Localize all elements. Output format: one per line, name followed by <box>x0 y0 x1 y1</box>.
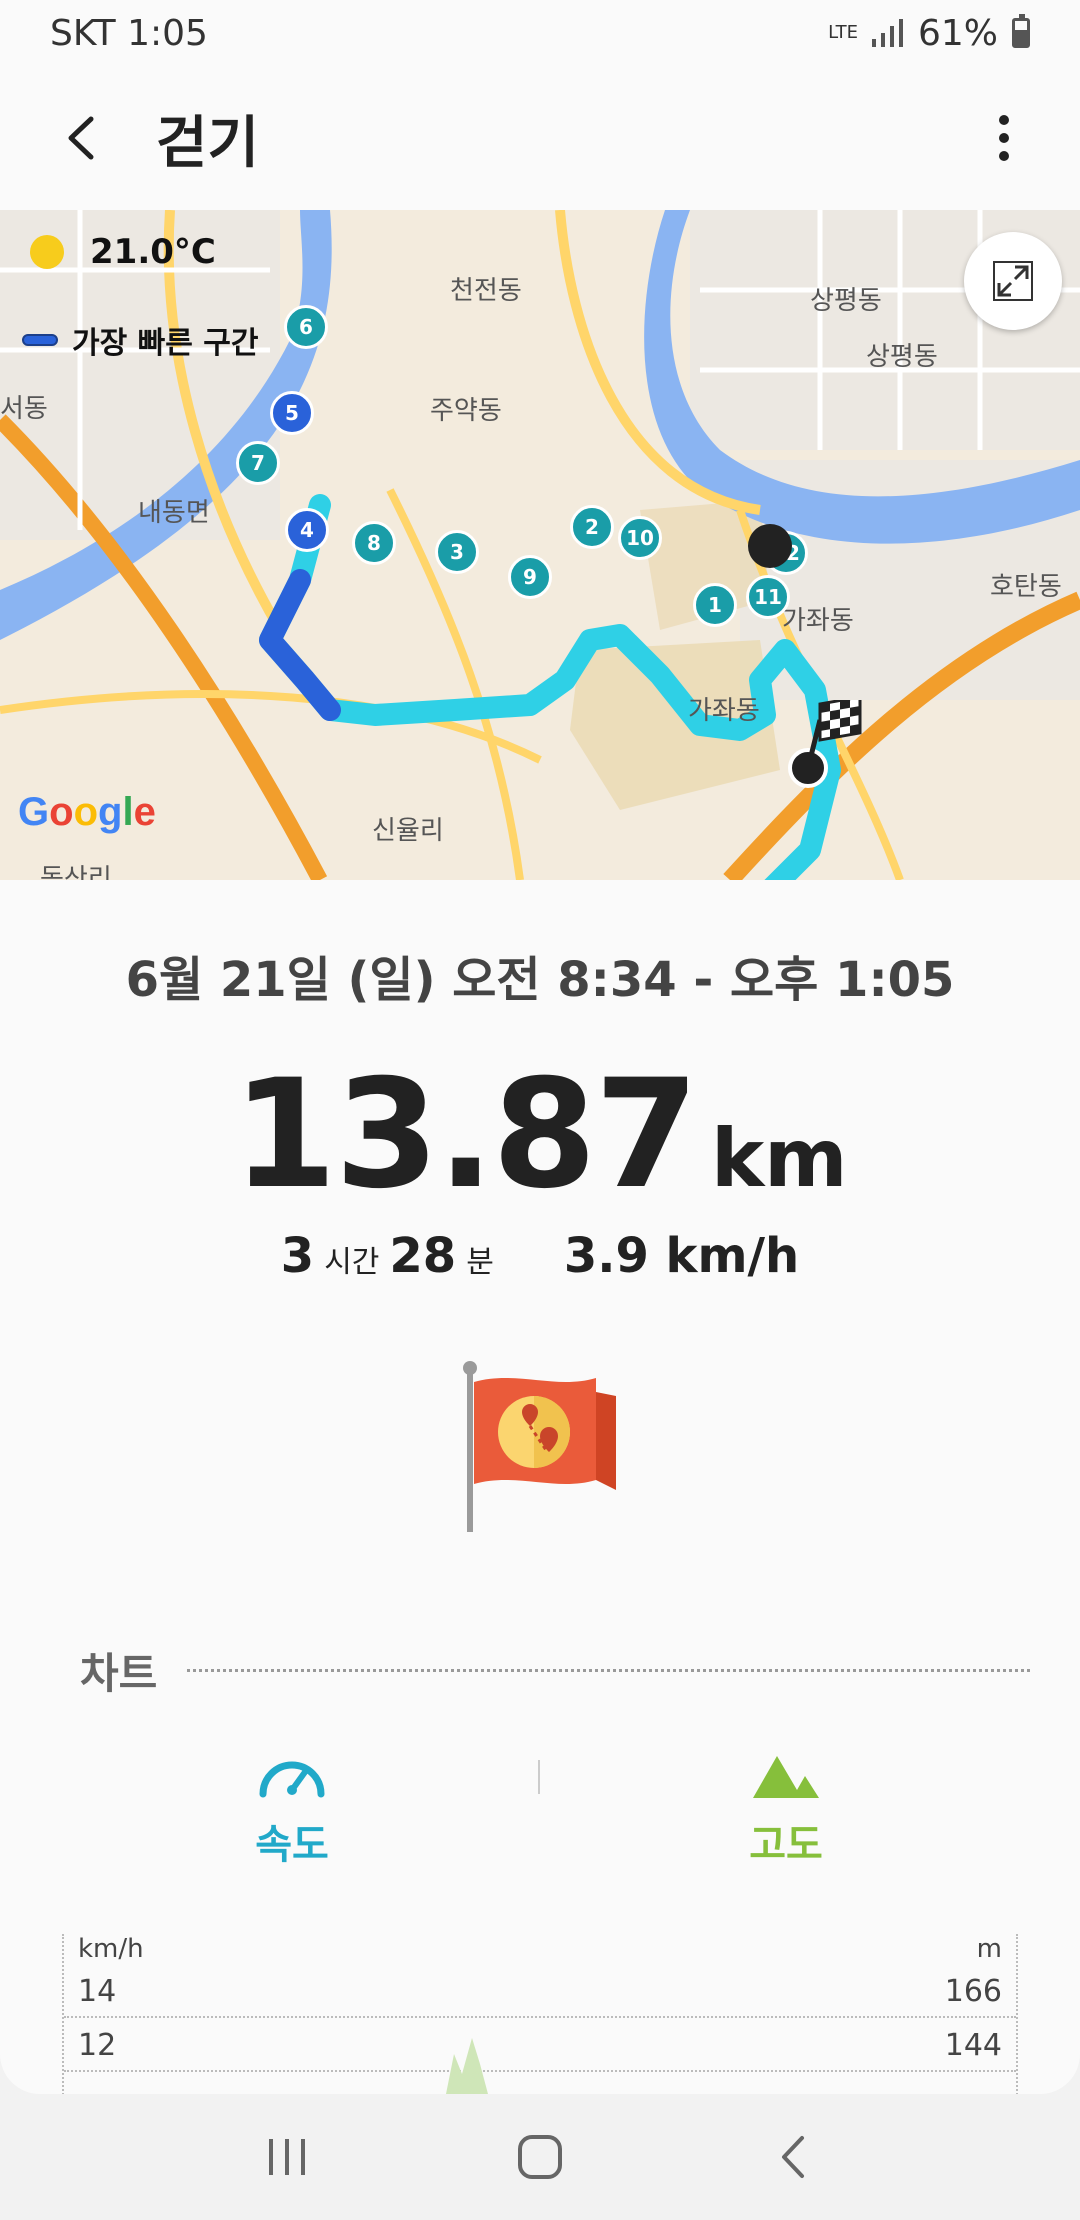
km-marker: 9 <box>508 555 552 599</box>
carrier-time: SKT 1:05 <box>50 12 208 54</box>
finish-flag-icon <box>788 700 862 788</box>
right-tick: 144 <box>944 2027 1002 2063</box>
weather-info: 21.0°C <box>30 232 216 272</box>
km-marker: 4 <box>285 508 329 552</box>
right-unit: m <box>976 1934 1002 1964</box>
more-options-button[interactable] <box>974 98 1034 178</box>
status-icons: LTE 61% <box>828 13 1030 54</box>
duration-minutes: 28 <box>389 1228 457 1284</box>
sun-icon <box>30 235 64 269</box>
more-vert-icon <box>999 115 1009 161</box>
map-canvas <box>0 210 1080 880</box>
back-button[interactable] <box>46 103 116 173</box>
home-icon <box>517 2135 562 2179</box>
duration: 3 시간 28 분 <box>281 1228 504 1284</box>
tab-divider <box>538 1760 540 1794</box>
lte-icon: LTE <box>828 22 858 43</box>
battery-icon <box>1012 14 1030 48</box>
status-bar: SKT 1:05 LTE 61% <box>0 0 1080 66</box>
km-marker: 6 <box>284 305 328 349</box>
place-label: 신율리 <box>372 816 444 846</box>
expand-icon <box>993 261 1033 301</box>
place-label: 상평동 <box>810 286 882 316</box>
route-map[interactable]: 천전동 상평동 상평동 주약동 내동면 호탄동 가좌동 신율리 동산리 서동 가… <box>0 210 1080 880</box>
chart-units: km/h m <box>64 1934 1016 1964</box>
chart-gridline: 14 166 <box>64 1966 1016 2018</box>
km-marker: 10 <box>618 516 662 560</box>
start-marker-icon <box>748 524 792 568</box>
km-marker: 7 <box>236 441 280 485</box>
chart-section-header: 차트 <box>80 1640 1030 1701</box>
avg-speed: 3.9 km/h <box>563 1228 800 1284</box>
tab-altitude[interactable]: 고도 <box>636 1750 936 1870</box>
altitude-peak <box>446 2038 488 2094</box>
place-label: 가좌동 <box>782 606 854 636</box>
battery-percent: 61% <box>917 12 998 54</box>
km-marker: 3 <box>435 530 479 574</box>
page-title: 걷기 <box>156 110 260 176</box>
place-label: 호탄동 <box>990 572 1062 602</box>
km-marker: 5 <box>270 391 314 435</box>
left-tick: 12 <box>78 2027 117 2063</box>
left-tick: 14 <box>78 1973 117 2009</box>
legend-label: 가장 빠른 구간 <box>72 326 259 361</box>
place-label: 상평동 <box>866 342 938 372</box>
signal-icon <box>871 19 903 47</box>
minutes-unit: 분 <box>466 1245 494 1280</box>
fastest-section-legend: 가장 빠른 구간 <box>22 318 259 362</box>
distance-value: 13.87 <box>232 1048 698 1222</box>
summary-panel: 6월 21일 (일) 오전 8:34 - 오후 1:05 13.87 km 3 시간… <box>0 880 1080 2094</box>
system-nav-bar <box>0 2094 1080 2220</box>
nav-back-icon <box>782 2136 805 2178</box>
place-label: 서동 <box>0 394 48 424</box>
km-marker: 8 <box>352 521 396 565</box>
achievement-flag-icon[interactable] <box>456 1360 626 1540</box>
nav-back-button[interactable] <box>748 2112 838 2202</box>
place-label: 천전동 <box>450 276 522 306</box>
distance: 13.87 km <box>0 1048 1080 1222</box>
place-label: 주약동 <box>430 396 502 426</box>
temperature: 21.0°C <box>90 232 216 272</box>
legend-swatch <box>22 334 58 346</box>
chart-section-title: 차트 <box>80 1649 158 1698</box>
duration-hours: 3 <box>280 1228 315 1284</box>
speed-altitude-chart[interactable]: km/h m 14 166 12 144 <box>62 1934 1018 2094</box>
mountain-icon <box>753 1756 819 1798</box>
home-button[interactable] <box>495 2112 585 2202</box>
header-divider <box>187 1669 1030 1672</box>
km-marker: 1 <box>693 583 737 627</box>
tab-altitude-label: 고도 <box>749 1822 823 1868</box>
place-label: 가좌동 <box>688 696 760 726</box>
google-logo: Google <box>18 790 156 834</box>
recent-apps-button[interactable] <box>242 2112 332 2202</box>
speedometer-icon <box>259 1761 325 1798</box>
km-marker: 11 <box>746 575 790 619</box>
tab-speed[interactable]: 속도 <box>142 1750 442 1870</box>
duration-speed-stats: 3 시간 28 분 3.9 km/h <box>0 1228 1080 1284</box>
place-label: 내동면 <box>138 498 210 528</box>
left-unit: km/h <box>78 1934 144 1964</box>
hours-unit: 시간 <box>324 1245 380 1280</box>
km-marker: 2 <box>570 505 614 549</box>
tab-speed-label: 속도 <box>255 1822 329 1868</box>
distance-unit: km <box>710 1112 848 1205</box>
back-arrow-icon <box>68 116 94 160</box>
recent-apps-icon <box>268 2139 305 2175</box>
date-range: 6월 21일 (일) 오전 8:34 - 오후 1:05 <box>125 952 955 1008</box>
chart-gridline: 12 144 <box>64 2020 1016 2072</box>
expand-map-button[interactable] <box>964 232 1062 330</box>
app-bar: 걷기 <box>0 66 1080 210</box>
place-label: 동산리 <box>40 864 112 880</box>
right-tick: 166 <box>944 1973 1002 2009</box>
